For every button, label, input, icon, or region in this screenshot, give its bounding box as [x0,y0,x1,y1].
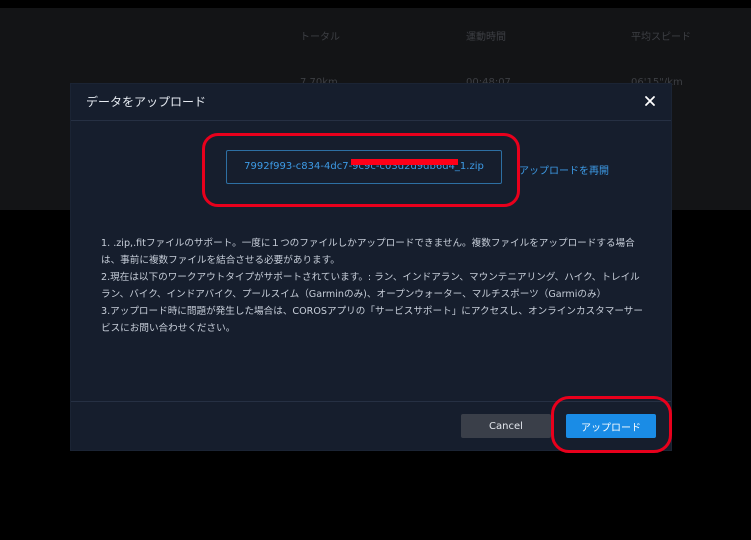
retry-upload-link[interactable]: アップロードを再開 [519,162,609,177]
instruction-line: 2.現在は以下のワークアウトタイプがサポートされています。: ラン、インドアラン… [101,272,640,300]
footer-divider [71,401,671,402]
selected-file-field[interactable]: 7992f993-c834-4dc7-9c9c-c03d2d9db6d4_1.z… [226,150,502,184]
dialog-title: データをアップロード [86,95,207,109]
header-avg-speed: 平均スピード [631,32,691,43]
close-icon [645,96,655,106]
upload-instructions: 1. .zip,.fitファイルのサポート。一度に１つのファイルしかアップロード… [101,235,649,337]
header-duration: 運動時間 [466,32,506,43]
redaction-bar [351,159,458,165]
instruction-line: 1. .zip,.fitファイルのサポート。一度に１つのファイルしかアップロード… [101,238,635,266]
page: トータル 運動時間 平均スピード 7.70km 00:48:07 06'15"/… [0,0,751,540]
dialog-header: データをアップロード [71,84,671,121]
header-total: トータル [300,32,340,43]
cancel-button[interactable]: Cancel [461,414,551,438]
upload-button[interactable]: アップロード [566,414,656,438]
close-button[interactable] [641,92,659,110]
upload-dialog: データをアップロード 7992f993-c834-4dc7-9c9c-c03d2… [71,84,671,450]
instruction-line: 3.アップロード時に問題が発生した場合は、COROSアプリの「サービスサポート」… [101,306,643,334]
